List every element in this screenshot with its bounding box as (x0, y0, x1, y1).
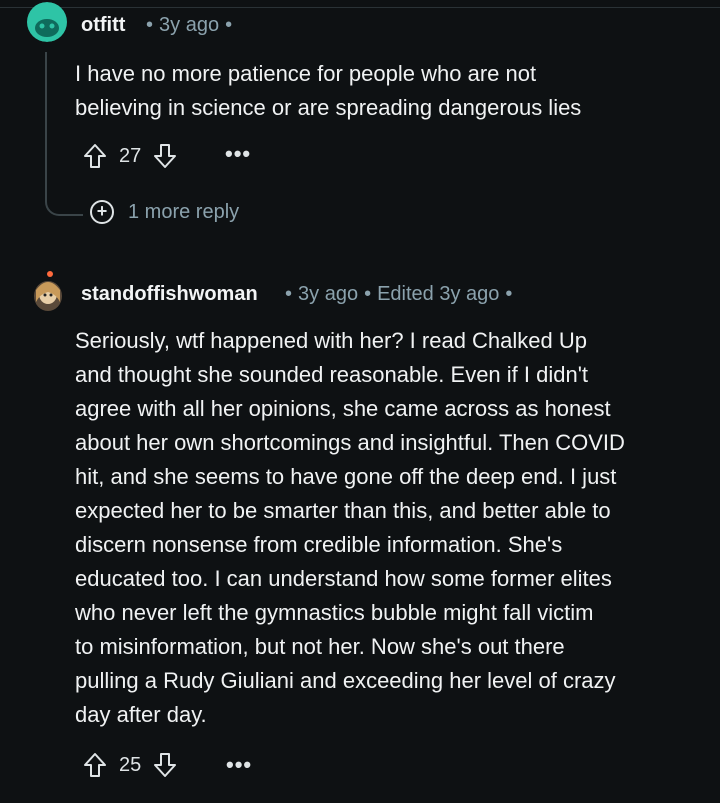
comment-timestamp[interactable]: 3y ago (159, 14, 219, 36)
comment-body-line: pulling a Rudy Giuliani and exceeding he… (75, 668, 616, 693)
comment-body-line: educated too. I can understand how some … (75, 566, 612, 591)
comment-body-line: I have no more patience for people who a… (75, 61, 537, 86)
more-replies-label: 1 more reply (128, 200, 240, 223)
more-options-button[interactable]: ••• (225, 141, 251, 167)
vote-bar: 25 (83, 752, 177, 778)
comment-username[interactable]: standoffishwoman (81, 283, 258, 306)
comment-body-line: and thought she sounded reasonable. Even… (75, 362, 589, 387)
comment-body-line: agree with all her opinions, she came ac… (75, 396, 611, 421)
vote-score: 27 (119, 144, 142, 167)
plus-circle-icon: + (90, 200, 114, 224)
thread-line[interactable] (45, 52, 47, 202)
comment-body-line: believing in science or are spreading da… (75, 95, 582, 120)
comment-body-line: about her own shortcomings and insightfu… (75, 430, 625, 455)
comment-meta: • 3y ago • Edited 3y ago • (285, 283, 513, 305)
downvote-arrow-icon[interactable] (153, 143, 177, 169)
comment-timestamp[interactable]: 3y ago (298, 283, 358, 305)
comment-body-line: expected her to be smarter than this, an… (75, 498, 611, 523)
comment-body-line: Seriously, wtf happened with her? I read… (75, 328, 587, 353)
top-divider (0, 7, 720, 8)
more-replies-link[interactable]: + 1 more reply (90, 200, 239, 224)
comment-meta: • 3y ago • (146, 14, 233, 36)
comment-body-line: day after day. (75, 702, 207, 727)
comment-body: I have no more patience for people who a… (75, 57, 581, 125)
more-options-button[interactable]: ••• (226, 752, 252, 778)
upvote-arrow-icon[interactable] (83, 143, 107, 169)
snoo-avatar-icon[interactable] (26, 2, 68, 42)
comment-edited: Edited 3y ago (377, 283, 500, 305)
comment-body: Seriously, wtf happened with her? I read… (75, 324, 625, 732)
comment-body-line: to misinformation, but not her. Now she'… (75, 634, 565, 659)
vote-bar: 27 (83, 143, 177, 169)
comment-body-line: hit, and she seems to have gone off the … (75, 464, 617, 489)
vote-score: 25 (119, 753, 142, 776)
thread-line-curve (45, 200, 83, 216)
upvote-arrow-icon[interactable] (83, 752, 107, 778)
downvote-arrow-icon[interactable] (153, 752, 177, 778)
custom-avatar-icon[interactable] (30, 270, 66, 312)
comment-body-line: who never left the gymnastics bubble mig… (75, 600, 594, 625)
comment-username[interactable]: otfitt (81, 14, 125, 37)
comment-body-line: discern nonsense from credible informati… (75, 532, 563, 557)
